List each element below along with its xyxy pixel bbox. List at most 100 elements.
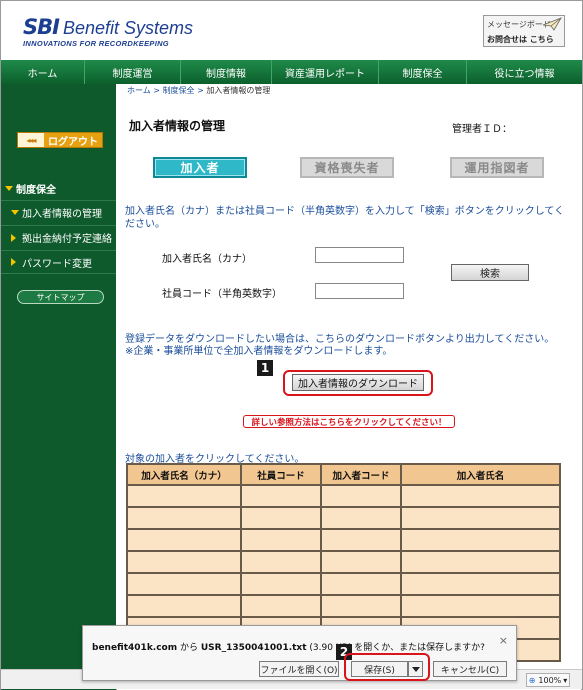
paper-plane-icon <box>542 17 562 31</box>
nav-plan-info[interactable]: 制度情報 <box>181 60 272 84</box>
search-instruction: 加入者氏名（カナ）または社員コード（半角英数字）を入力して「検索」ボタンをクリッ… <box>125 206 565 230</box>
zoom-level: 100% <box>538 675 562 685</box>
save-options-dropdown[interactable] <box>408 661 423 677</box>
table-cell <box>242 574 320 594</box>
page-title: 加入者情報の管理 <box>129 119 226 133</box>
table-cell <box>402 486 559 506</box>
download-member-info-button[interactable]: 加入者情報のダウンロード <box>292 374 424 391</box>
table-cell <box>402 574 559 594</box>
download-filename: USR_1350041001.txt <box>200 643 307 653</box>
chevron-down-icon: ▾ <box>563 675 568 685</box>
sidebar-item-label: パスワード変更 <box>22 258 92 270</box>
table-cell <box>128 486 240 506</box>
table-cell <box>242 486 320 506</box>
table-cell <box>242 596 320 616</box>
download-text-line: 登録データをダウンロードしたい場合は、こちらのダウンロードボタンより出力してくだ… <box>125 334 555 345</box>
tab-members[interactable]: 加入者 <box>153 157 247 178</box>
logout-label: ログアウト <box>48 136 98 148</box>
employee-code-input[interactable] <box>315 283 404 299</box>
table-cell <box>322 596 400 616</box>
logout-button[interactable]: ◂◂◂ ログアウト <box>17 132 103 148</box>
open-file-button[interactable]: ファイルを開く(O) <box>259 661 339 677</box>
sidebar-item-label: 加入者情報の管理 <box>22 209 102 220</box>
table-row[interactable] <box>128 552 559 572</box>
logo-name: Benefit Systems <box>62 18 194 38</box>
download-site: benefit401k.com <box>92 643 178 653</box>
table-row[interactable] <box>128 508 559 528</box>
breadcrumb: ホーム > 制度保全 > 加入者情報の管理 <box>127 85 270 96</box>
table-cell <box>322 574 400 594</box>
table-cell <box>128 574 240 594</box>
nav-investment-report[interactable]: 資産運用レポート <box>272 60 379 84</box>
name-kana-input[interactable] <box>315 247 404 263</box>
nav-plan-maintenance[interactable]: 制度保全 <box>379 60 467 84</box>
logo-mark: SBI <box>23 15 60 39</box>
table-row[interactable] <box>128 596 559 616</box>
header: SBI Benefit Systems INNOVATIONS FOR RECOR… <box>1 1 582 59</box>
main-content: ホーム > 制度保全 > 加入者情報の管理 加入者情報の管理 管理者ＩＤ： 加入… <box>117 84 581 690</box>
triangle-down-icon <box>5 185 13 191</box>
download-dialog: benefit401k.com から USR_1350041001.txt (3… <box>82 625 517 681</box>
table-cell <box>322 486 400 506</box>
close-icon[interactable]: × <box>499 634 508 647</box>
table-cell <box>402 596 559 616</box>
col-header-member-code: 加入者コード <box>322 465 400 484</box>
tab-investment-instructors[interactable]: 運用指図者 <box>450 157 544 178</box>
sidebar-item-password-change[interactable]: パスワード変更 <box>1 250 116 274</box>
table-row[interactable] <box>128 486 559 506</box>
prompt-from: から <box>177 643 201 653</box>
table-cell <box>402 508 559 528</box>
sidebar-section-maintenance: 制度保全 <box>1 178 116 198</box>
contact-label: お問合せは こちら <box>487 35 554 44</box>
zoom-in-icon: ⊕ <box>528 675 536 685</box>
triangle-down-icon <box>11 210 19 215</box>
nav-home[interactable]: ホーム <box>1 60 85 84</box>
nav-plan-operation[interactable]: 制度運営 <box>85 60 181 84</box>
table-cell <box>402 530 559 550</box>
step-badge-1: 1 <box>257 360 273 376</box>
sitemap-button[interactable]: サイトマップ <box>17 290 104 304</box>
detail-help-link[interactable]: 詳しい参照方法はこちらをクリックしてください！ <box>243 415 455 428</box>
table-cell <box>128 552 240 572</box>
employee-code-label: 社員コード（半角英数字） <box>162 289 282 300</box>
sidebar-item-label: 拠出金納付予定連絡 <box>22 234 112 245</box>
download-note-line: ※企業・事業所単位で全加入者情報をダウンロードします。 <box>125 346 393 357</box>
triangle-right-icon <box>11 233 16 242</box>
main-nav: ホーム 制度運営 制度情報 資産運用レポート 制度保全 役に立つ情報 <box>1 60 582 84</box>
breadcrumb-home[interactable]: ホーム <box>127 86 151 95</box>
name-kana-label: 加入者氏名（カナ） <box>162 254 252 265</box>
breadcrumb-current: 加入者情報の管理 <box>206 86 271 95</box>
zoom-control[interactable]: ⊕ 100% ▾ <box>526 673 570 687</box>
table-row[interactable] <box>128 574 559 594</box>
table-cell <box>128 596 240 616</box>
tab-disqualified[interactable]: 資格喪失者 <box>300 157 394 178</box>
sbi-logo[interactable]: SBI Benefit Systems <box>23 15 193 39</box>
col-header-member-name: 加入者氏名 <box>402 465 559 484</box>
breadcrumb-section[interactable]: 制度保全 <box>163 86 195 95</box>
table-cell <box>322 508 400 528</box>
download-prompt: benefit401k.com から USR_1350041001.txt (3… <box>92 640 485 653</box>
message-board-button[interactable]: メッセージボード お問合せは こちら <box>483 15 565 47</box>
table-cell <box>242 508 320 528</box>
admin-id-label: 管理者ＩＤ： <box>452 124 512 135</box>
table-row[interactable] <box>128 530 559 550</box>
table-cell <box>322 552 400 572</box>
prompt-size: (3.90 KB) を開くか、または保存しますか? <box>306 643 485 653</box>
col-header-name-kana: 加入者氏名（カナ） <box>128 465 240 484</box>
breadcrumb-separator: > <box>194 86 207 95</box>
save-button[interactable]: 保存(S) <box>351 661 408 677</box>
sidebar-section-label: 制度保全 <box>16 184 56 196</box>
table-cell <box>128 508 240 528</box>
search-button[interactable]: 検索 <box>451 264 529 281</box>
table-cell <box>322 530 400 550</box>
sidebar-item-member-management[interactable]: 加入者情報の管理 <box>1 200 116 224</box>
table-cell <box>128 530 240 550</box>
triangle-right-icon <box>11 258 16 266</box>
sidebar-item-contribution-schedule[interactable]: 拠出金納付予定連絡 <box>1 225 116 249</box>
sidebar: ◂◂◂ ログアウト 制度保全 加入者情報の管理 拠出金納付予定連絡 パスワード変… <box>1 84 116 690</box>
cancel-button[interactable]: キャンセル(C) <box>433 661 507 677</box>
arrows-left-icon: ◂◂◂ <box>18 133 44 147</box>
table-cell <box>242 552 320 572</box>
download-instruction: 登録データをダウンロードしたい場合は、こちらのダウンロードボタンより出力してくだ… <box>125 334 571 358</box>
nav-useful-info[interactable]: 役に立つ情報 <box>467 60 582 84</box>
